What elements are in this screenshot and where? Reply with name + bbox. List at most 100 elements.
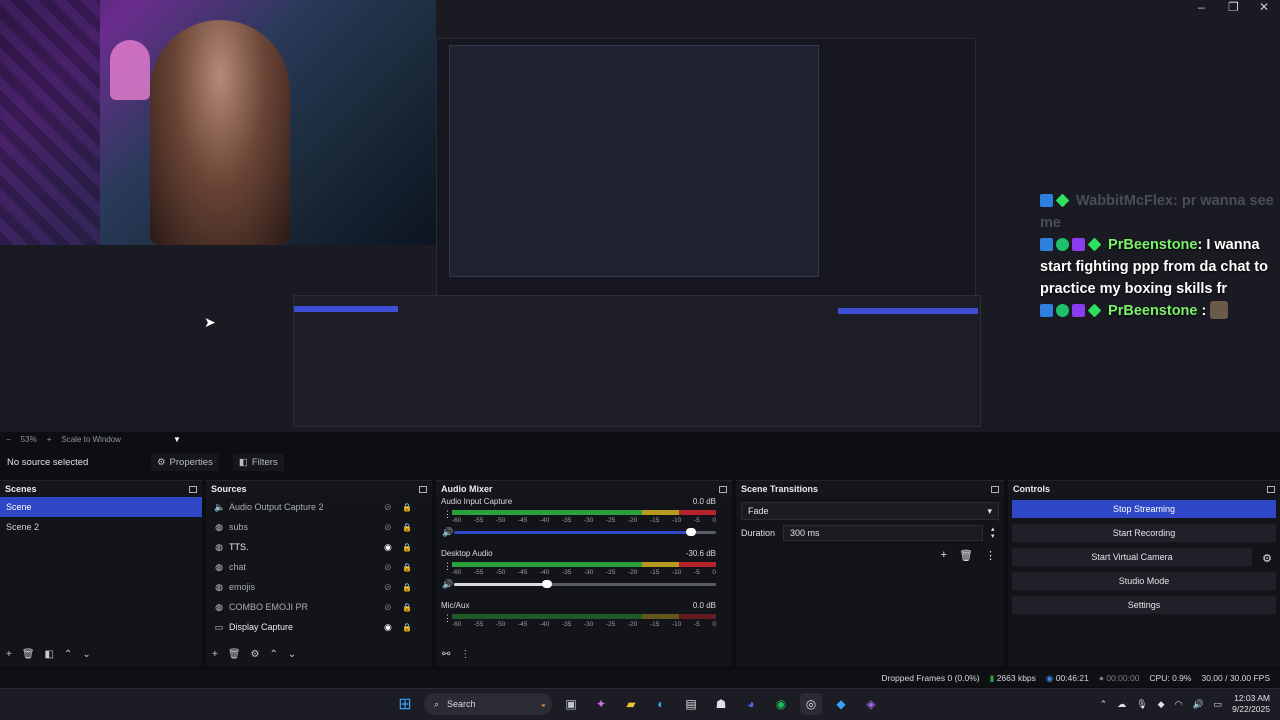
volume-icon[interactable]: 🔊	[1192, 699, 1203, 710]
more-icon[interactable]: ⋮	[985, 549, 996, 562]
app-icon[interactable]: ◈	[860, 693, 882, 715]
start-virtual-camera-button[interactable]: Start Virtual Camera	[1012, 548, 1252, 566]
stream-time: ◉ 00:46:21	[1046, 673, 1089, 684]
windows-start-icon[interactable]: ⊞	[394, 693, 416, 715]
scene-item[interactable]: Scene	[0, 497, 202, 517]
lock-icon[interactable]: 🔒	[402, 623, 412, 632]
nested-scene-selected	[294, 306, 398, 312]
properties-button[interactable]: ⚙ Properties	[151, 453, 219, 471]
lock-icon[interactable]: 🔒	[402, 543, 412, 552]
chevron-up-icon[interactable]: ⌃	[1100, 699, 1108, 710]
stepper-icon[interactable]: ▴ ▾	[991, 526, 995, 540]
eye-hidden-icon[interactable]: ⊘	[384, 522, 392, 533]
gear-icon[interactable]: ⚙	[251, 649, 260, 660]
lock-icon[interactable]: 🔒	[402, 563, 412, 572]
link-icon[interactable]: ⚯	[442, 649, 450, 660]
stop-streaming-button[interactable]: Stop Streaming	[1012, 500, 1276, 518]
arrow-up-icon[interactable]: ⌃	[64, 649, 72, 660]
arrow-down-icon[interactable]: ⌄	[82, 649, 90, 660]
store-icon[interactable]: ▤	[680, 693, 702, 715]
slider-knob[interactable]	[542, 580, 553, 588]
lock-icon[interactable]: 🔒	[402, 503, 412, 512]
eye-icon[interactable]: ◉	[384, 622, 392, 633]
source-item[interactable]: ◍ subs ⊘ 🔒	[206, 517, 432, 537]
source-label: emojis	[229, 582, 256, 592]
add-icon[interactable]: +	[212, 649, 218, 660]
start-recording-button[interactable]: Start Recording	[1012, 524, 1276, 542]
wifi-icon[interactable]: ◠	[1175, 699, 1183, 710]
close-icon[interactable]: ✕	[1259, 0, 1269, 14]
copilot-icon[interactable]: ✦	[590, 693, 612, 715]
source-item[interactable]: ◍ chat ⊘ 🔒	[206, 557, 432, 577]
eye-hidden-icon[interactable]: ⊘	[384, 502, 392, 513]
edge-icon[interactable]: ◐	[650, 693, 672, 715]
source-label: chat	[229, 562, 247, 572]
popout-icon[interactable]	[419, 485, 427, 493]
add-icon[interactable]: +	[941, 549, 947, 562]
zoom-in-button[interactable]: +	[47, 435, 52, 444]
filters-button[interactable]: ◧ Filters	[232, 453, 284, 471]
eye-icon[interactable]: ◉	[384, 542, 392, 553]
arrow-up-icon[interactable]: ⌃	[270, 649, 278, 660]
gear-icon[interactable]: ⚙	[1262, 552, 1272, 565]
cloud-icon[interactable]: ☁	[1117, 699, 1126, 710]
source-item[interactable]: ◍ COMBO EMOJI PR ⊘ 🔒	[206, 597, 432, 617]
file-explorer-icon[interactable]: ▰	[620, 693, 642, 715]
more-icon[interactable]: ⋮	[443, 561, 452, 572]
speaker-icon[interactable]: 🔊	[442, 579, 453, 590]
scale-tick: 0	[712, 569, 716, 576]
spotify-icon[interactable]: ◉	[770, 693, 792, 715]
more-icon[interactable]: ⋮	[460, 649, 470, 660]
minimize-icon[interactable]: –	[1198, 0, 1205, 14]
more-icon[interactable]: ⋮	[443, 509, 452, 520]
add-icon[interactable]: +	[6, 649, 12, 660]
arrow-down-icon[interactable]: ⌄	[288, 649, 296, 660]
eye-hidden-icon[interactable]: ⊘	[384, 562, 392, 573]
scene-item[interactable]: Scene 2	[0, 517, 202, 537]
eye-hidden-icon[interactable]: ⊘	[384, 582, 392, 593]
maximize-icon[interactable]: ❐	[1228, 0, 1239, 14]
chat-message: PrBeenstone: I wanna start fighting ppp …	[1040, 234, 1276, 300]
lock-icon[interactable]: 🔒	[402, 523, 412, 532]
discord-icon[interactable]: ◕	[740, 693, 762, 715]
trash-icon[interactable]: 🗑	[959, 549, 973, 562]
scale-tick: -40	[540, 569, 550, 576]
trash-icon[interactable]: 🗑	[228, 649, 241, 660]
slider-knob[interactable]	[685, 528, 696, 536]
zoom-out-button[interactable]: −	[6, 435, 11, 444]
mic-icon[interactable]: 🎙	[1136, 699, 1147, 710]
duration-label: Duration	[741, 528, 776, 538]
stream-preview[interactable]: – ❐ ✕ ➤ WabbitMcFlex: pr wanna see me Pr…	[0, 0, 1280, 432]
studio-mode-button[interactable]: Studio Mode	[1012, 572, 1276, 590]
volume-slider[interactable]	[454, 528, 716, 536]
clock[interactable]: 12:03 AM 9/22/2025	[1232, 693, 1270, 715]
speaker-icon[interactable]: 🔊	[442, 527, 453, 538]
alien-icon[interactable]: ☗	[710, 693, 732, 715]
source-item[interactable]: ◍ TTS. ◉ 🔒	[206, 537, 432, 557]
lock-icon[interactable]: 🔒	[402, 603, 412, 612]
source-item[interactable]: ◍ emojis ⊘ 🔒	[206, 577, 432, 597]
popout-icon[interactable]	[1267, 485, 1275, 493]
volume-slider[interactable]	[454, 580, 716, 588]
popout-icon[interactable]	[189, 485, 197, 493]
duration-input[interactable]: 300 ms	[783, 525, 984, 541]
eye-hidden-icon[interactable]: ⊘	[384, 602, 392, 613]
battery-icon[interactable]: ▭	[1214, 699, 1223, 710]
popout-icon[interactable]	[991, 485, 999, 493]
taskbar-search[interactable]: ⌕ Search ◒	[424, 693, 552, 715]
popout-icon[interactable]	[719, 485, 727, 493]
settings-button[interactable]: Settings	[1012, 596, 1276, 614]
source-item[interactable]: 🔈 Audio Output Capture 2 ⊘ 🔒	[206, 497, 432, 517]
app-icon[interactable]: ◆	[830, 693, 852, 715]
filter-icon[interactable]: ◧	[45, 649, 54, 660]
scale-mode[interactable]: Scale to Window	[61, 435, 121, 444]
obs-icon[interactable]: ◎	[800, 693, 822, 715]
task-view-icon[interactable]: ▣	[560, 693, 582, 715]
transition-select[interactable]: Fade ▾	[741, 502, 999, 520]
trash-icon[interactable]: 🗑	[22, 649, 35, 660]
more-icon[interactable]: ⋮	[443, 613, 452, 624]
source-item[interactable]: ▭ Display Capture ◉ 🔒	[206, 617, 432, 637]
app-tray-icon[interactable]: ◆	[1158, 699, 1165, 710]
lock-icon[interactable]: 🔒	[402, 583, 412, 592]
chevron-down-icon[interactable]: ▼	[173, 435, 181, 444]
